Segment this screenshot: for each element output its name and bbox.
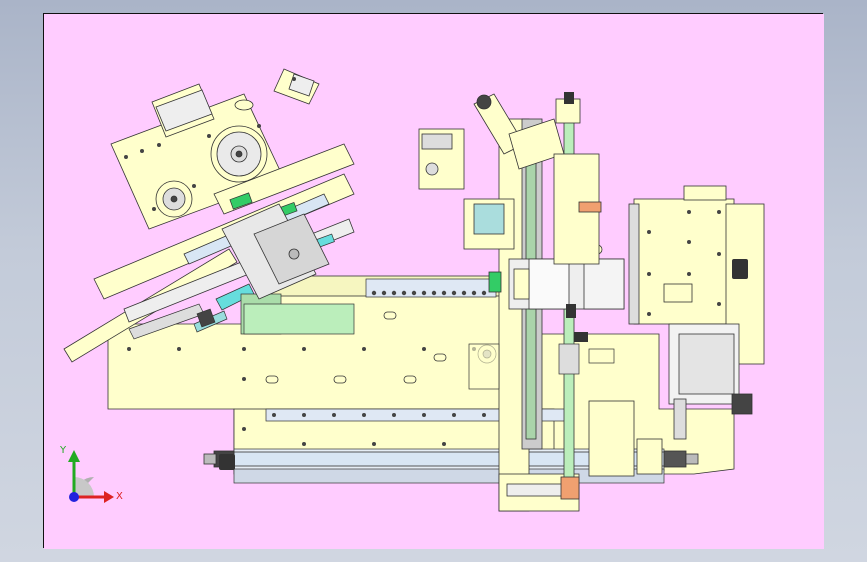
x-axis-label: X [116, 491, 123, 502]
cad-viewport[interactable]: Y X [43, 13, 824, 549]
y-axis-label: Y [60, 445, 67, 456]
x-axis-arrow [104, 491, 114, 503]
right-upper-block [553, 153, 602, 265]
center-gearbox [488, 258, 625, 310]
y-axis-arrow [68, 450, 80, 462]
assembly-drawing [44, 14, 824, 549]
origin-dot [69, 492, 79, 502]
